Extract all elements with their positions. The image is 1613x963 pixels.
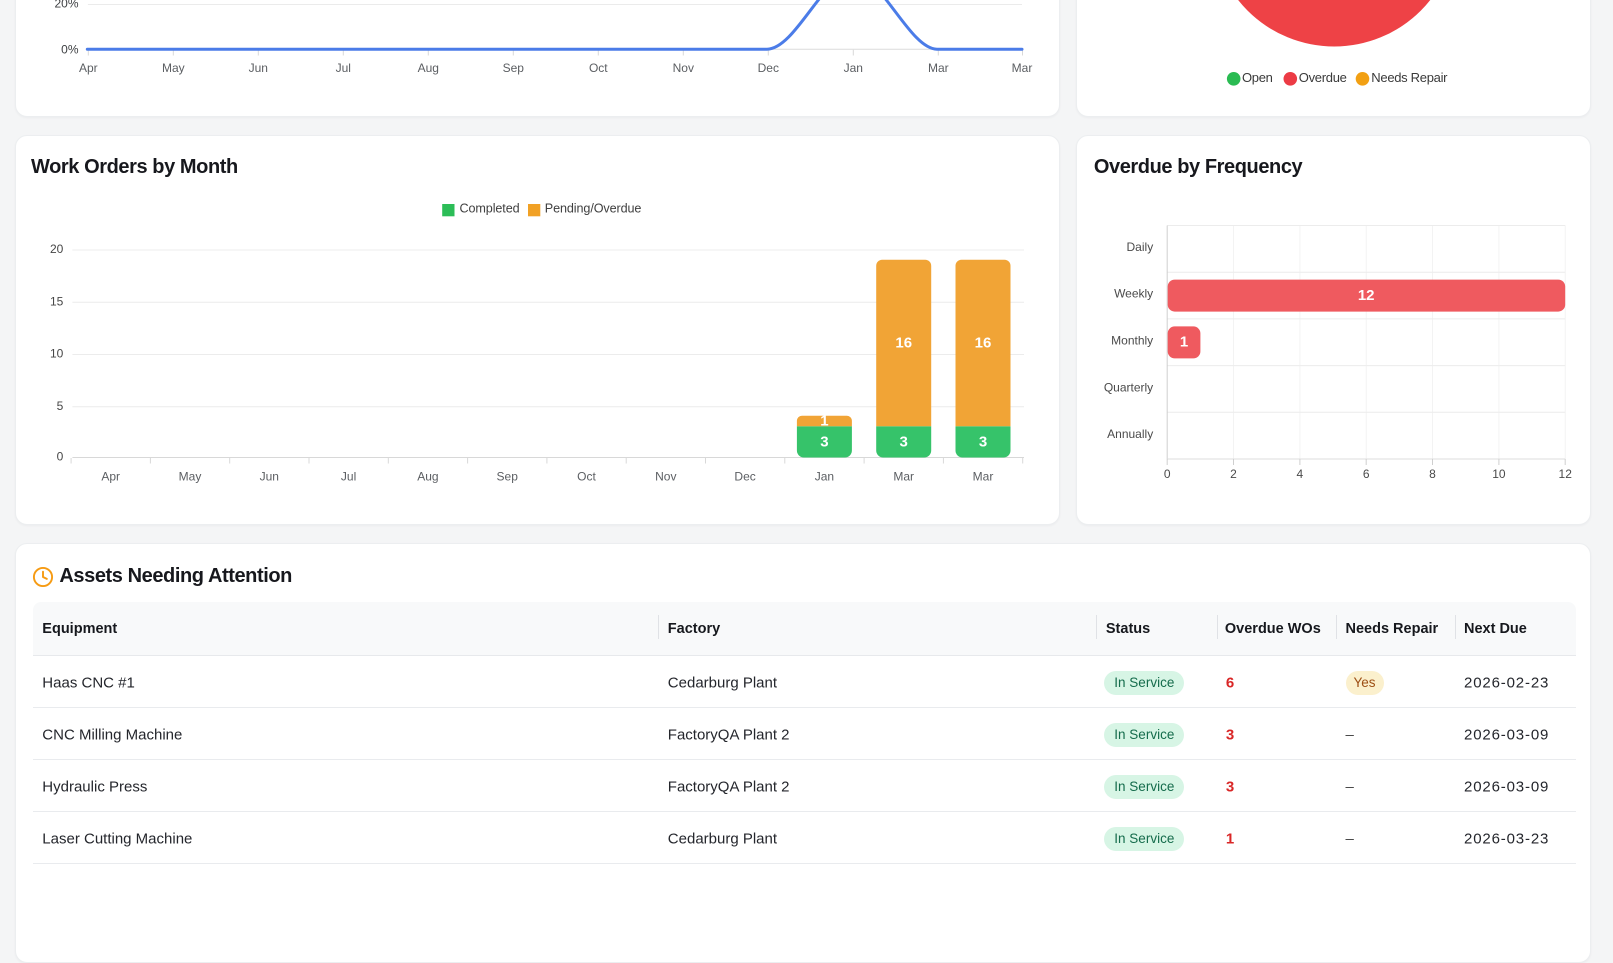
svg-text:3: 3 bbox=[820, 434, 828, 451]
svg-text:10: 10 bbox=[1492, 467, 1506, 481]
svg-text:3: 3 bbox=[900, 434, 908, 451]
svg-text:Mar: Mar bbox=[1012, 61, 1033, 75]
svg-text:Mar: Mar bbox=[973, 469, 994, 483]
svg-text:4: 4 bbox=[1297, 467, 1304, 481]
svg-text:May: May bbox=[162, 61, 185, 75]
svg-text:12: 12 bbox=[1358, 287, 1375, 304]
svg-text:Annually: Annually bbox=[1107, 427, 1153, 441]
svg-text:10: 10 bbox=[50, 347, 64, 361]
svg-text:Aug: Aug bbox=[417, 469, 438, 483]
svg-text:Completed: Completed bbox=[460, 202, 520, 216]
svg-text:20: 20 bbox=[50, 242, 64, 256]
svg-text:Pending/Overdue: Pending/Overdue bbox=[545, 202, 642, 216]
svg-text:Oct: Oct bbox=[589, 61, 608, 75]
svg-text:Jan: Jan bbox=[815, 469, 834, 483]
svg-text:16: 16 bbox=[975, 334, 992, 351]
svg-text:Jan: Jan bbox=[844, 61, 863, 75]
svg-text:12: 12 bbox=[1559, 467, 1573, 481]
svg-text:Nov: Nov bbox=[655, 469, 676, 483]
svg-text:Mar: Mar bbox=[928, 61, 949, 75]
svg-text:Monthly: Monthly bbox=[1111, 334, 1153, 348]
svg-text:1: 1 bbox=[820, 413, 828, 430]
svg-text:Overdue: Overdue bbox=[1299, 70, 1347, 85]
svg-text:6: 6 bbox=[1363, 467, 1370, 481]
svg-text:Dec: Dec bbox=[734, 469, 755, 483]
svg-text:16: 16 bbox=[895, 334, 912, 351]
svg-text:Nov: Nov bbox=[673, 61, 694, 75]
svg-text:Jul: Jul bbox=[341, 469, 356, 483]
svg-text:3: 3 bbox=[979, 434, 987, 451]
svg-text:May: May bbox=[179, 469, 202, 483]
svg-text:1: 1 bbox=[1180, 334, 1188, 351]
svg-text:20%: 20% bbox=[54, 0, 78, 10]
svg-text:Open: Open bbox=[1242, 70, 1273, 85]
svg-text:Daily: Daily bbox=[1127, 240, 1154, 254]
svg-text:8: 8 bbox=[1429, 467, 1436, 481]
svg-text:0: 0 bbox=[57, 450, 64, 464]
svg-text:Sep: Sep bbox=[503, 61, 525, 75]
svg-text:Jun: Jun bbox=[260, 469, 279, 483]
svg-text:Jun: Jun bbox=[249, 61, 268, 75]
svg-text:0: 0 bbox=[1164, 467, 1171, 481]
svg-text:15: 15 bbox=[50, 294, 64, 308]
svg-text:Oct: Oct bbox=[577, 469, 596, 483]
svg-text:Apr: Apr bbox=[79, 61, 98, 75]
svg-text:Aug: Aug bbox=[418, 61, 439, 75]
svg-text:Apr: Apr bbox=[101, 469, 120, 483]
svg-text:Mar: Mar bbox=[893, 469, 914, 483]
svg-text:Needs Repair: Needs Repair bbox=[1371, 70, 1448, 85]
svg-text:Quarterly: Quarterly bbox=[1104, 380, 1153, 394]
svg-text:2: 2 bbox=[1230, 467, 1237, 481]
svg-text:5: 5 bbox=[57, 399, 64, 413]
svg-text:Jul: Jul bbox=[336, 61, 351, 75]
svg-text:0%: 0% bbox=[61, 42, 79, 56]
svg-text:Dec: Dec bbox=[758, 61, 779, 75]
svg-text:Weekly: Weekly bbox=[1114, 287, 1153, 301]
svg-text:Sep: Sep bbox=[497, 469, 519, 483]
